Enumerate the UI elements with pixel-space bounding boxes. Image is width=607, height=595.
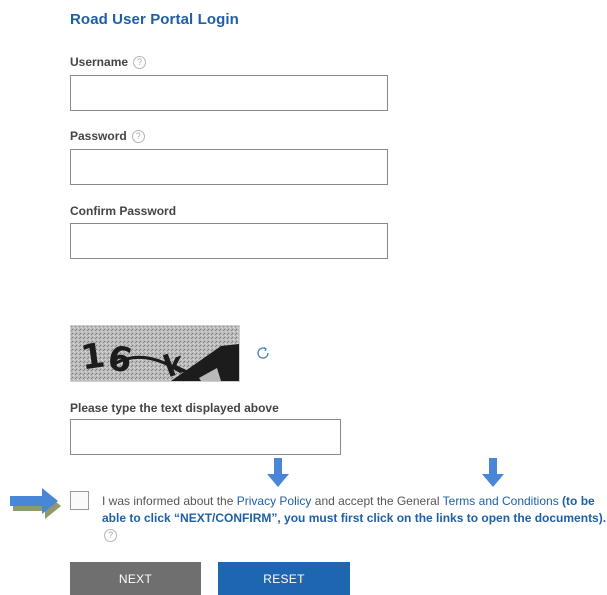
captcha-prompt: Please type the text displayed above xyxy=(70,401,279,415)
consent-text-before: I was informed about the xyxy=(102,494,237,508)
question-circle-icon[interactable]: ? xyxy=(133,56,147,70)
confirm-password-label: Confirm Password xyxy=(70,204,177,218)
captcha-input[interactable] xyxy=(70,419,341,455)
arrow-right-icon xyxy=(8,486,64,525)
refresh-icon[interactable] xyxy=(255,345,271,366)
username-label-text: Username xyxy=(70,55,129,69)
consent-text-middle: and accept the General xyxy=(311,494,443,508)
password-label: Password? xyxy=(70,129,145,144)
username-label: Username? xyxy=(70,55,147,70)
arrow-down-icon xyxy=(264,458,292,493)
question-circle-icon[interactable]: ? xyxy=(104,529,117,543)
next-button[interactable]: NEXT xyxy=(70,562,201,595)
privacy-policy-link[interactable]: Privacy Policy xyxy=(237,494,312,508)
question-circle-icon[interactable]: ? xyxy=(131,130,145,144)
terms-link[interactable]: Terms and Conditions xyxy=(443,494,559,508)
arrow-down-icon xyxy=(479,458,507,493)
username-input[interactable] xyxy=(70,75,388,111)
captcha-image: 1 6 k xyxy=(70,325,240,382)
confirm-password-input[interactable] xyxy=(70,223,388,259)
consent-checkbox[interactable] xyxy=(70,491,89,510)
password-input[interactable] xyxy=(70,149,388,185)
password-label-text: Password xyxy=(70,129,127,143)
consent-text: I was informed about the Privacy Policy … xyxy=(102,493,607,544)
page-title: Road User Portal Login xyxy=(70,11,239,28)
reset-button[interactable]: RESET xyxy=(218,562,350,595)
